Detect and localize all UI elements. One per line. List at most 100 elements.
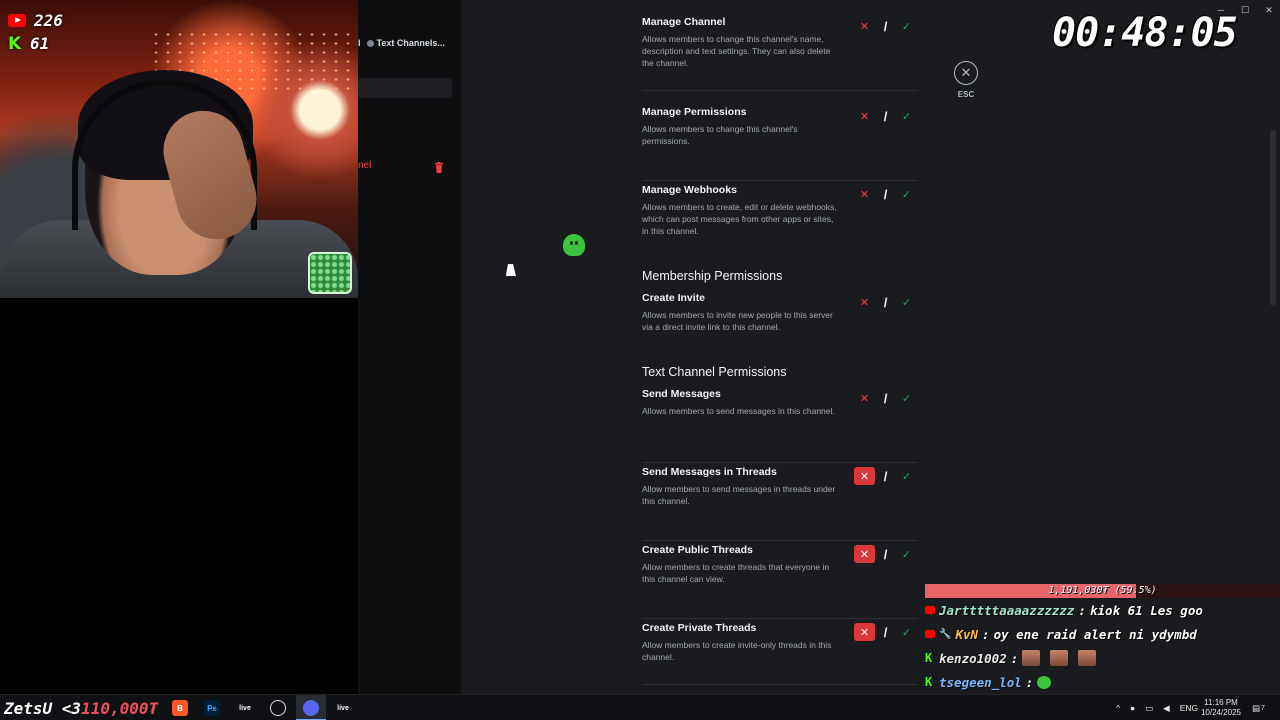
allow-toggle-button[interactable]: ✓	[896, 389, 917, 407]
microphone-icon[interactable]: ●	[1130, 703, 1135, 713]
permission-description: Allows members to invite new people to t…	[642, 310, 833, 332]
youtube-viewer-count: 226	[8, 11, 63, 30]
sidebar-item-label: nel	[358, 160, 372, 171]
neutral-toggle-button[interactable]: /	[875, 467, 896, 485]
chat-separator: :	[1078, 602, 1086, 618]
discord-icon[interactable]	[303, 700, 319, 716]
deny-toggle-button[interactable]: ✕	[854, 545, 875, 563]
kick-viewer-count: K 61	[8, 34, 49, 53]
stream-chat-overlay: 1,191,030₮ (59.5%) Jartttttaaaazzzzzz: ki…	[925, 584, 1280, 714]
settings-scrollbar[interactable]	[1270, 130, 1276, 306]
neutral-toggle-button[interactable]: /	[875, 107, 896, 125]
permission-divider	[642, 180, 918, 181]
neutral-toggle-button[interactable]: /	[875, 293, 896, 311]
kick-icon: K	[8, 33, 22, 54]
trash-icon[interactable]	[434, 162, 444, 173]
clock-date: 10/24/2025	[1200, 708, 1242, 717]
screen: l Text Channels... nel 226 K 61 Membershi…	[0, 0, 1280, 720]
brave-browser-icon[interactable]: B	[172, 700, 188, 716]
volume-icon[interactable]: ◀	[1163, 703, 1170, 714]
chat-emote	[1037, 675, 1052, 689]
maximize-icon[interactable]: ☐	[1240, 5, 1250, 15]
kick-icon: K	[925, 675, 933, 689]
chat-separator: :	[1025, 674, 1034, 690]
deny-toggle-button[interactable]: ✕	[854, 17, 875, 35]
donation-goal-bar: 1,191,030₮ (59.5%)	[925, 584, 1280, 598]
allow-toggle-button[interactable]: ✓	[896, 17, 917, 35]
neutral-toggle-button[interactable]: /	[875, 623, 896, 641]
photoshop-icon[interactable]: Ps	[204, 700, 220, 716]
deny-toggle-button[interactable]: ✕	[854, 107, 875, 125]
deny-toggle-button[interactable]: ✕	[854, 293, 875, 311]
ticker-text: ZetsU <3110,000₮	[4, 699, 158, 718]
allow-toggle-button[interactable]: ✓	[896, 623, 917, 641]
chat-username: KvN	[955, 626, 979, 642]
sidebar-search-bar[interactable]	[358, 78, 452, 98]
allow-toggle-button[interactable]: ✓	[896, 467, 917, 485]
mouse-cursor	[505, 264, 519, 276]
chevron-up-icon[interactable]: ^	[1116, 703, 1120, 713]
chat-text: kiok 61 Les goo	[1090, 602, 1203, 618]
sidebar-breadcrumb[interactable]: l Text Channels...	[358, 38, 458, 48]
permission-toggle: ✕ / ✓	[854, 185, 918, 203]
youtube-icon	[8, 14, 26, 27]
channel-dot-icon	[366, 40, 374, 48]
chat-separator: :	[1010, 650, 1019, 666]
permission-description: Allow members to create threads that eve…	[642, 562, 830, 584]
taskbar-clock[interactable]: 11:16 PM 10/24/2025	[1196, 698, 1246, 718]
close-settings-button[interactable]: ✕	[954, 61, 978, 85]
window-close-icon[interactable]: ✕	[1264, 5, 1274, 15]
chat-message: Ktsegeen_lol:	[925, 672, 1061, 692]
chat-message: 🔧 KvN: oy ene raid alert ni ydymbd	[925, 624, 1197, 644]
ticker-amount: 110,000₮	[81, 699, 159, 718]
moderator-wrench-icon: 🔧	[939, 628, 952, 640]
minimize-icon[interactable]: ─	[1216, 5, 1226, 15]
esc-label: ESC	[957, 90, 975, 99]
permission-toggle: ✕ / ✓	[854, 107, 918, 125]
neutral-toggle-button[interactable]: /	[875, 389, 896, 407]
section-membership-permissions: Membership Permissions	[642, 269, 783, 283]
live-app-icon-2[interactable]: live	[335, 700, 351, 716]
allow-toggle-button[interactable]: ✓	[896, 545, 917, 563]
stream-timer: 00:48:05	[1052, 10, 1238, 56]
close-icon: ✕	[960, 65, 972, 80]
green-ghost-emote	[563, 234, 585, 256]
permission-description: Allows members to send messages in this …	[642, 406, 835, 416]
channel-settings-sidebar	[358, 0, 461, 694]
permission-divider	[642, 540, 918, 541]
notification-icon[interactable]: ▤ 7	[1252, 695, 1265, 720]
allow-toggle-button[interactable]: ✓	[896, 293, 917, 311]
system-tray: ^ ● ▭ ◀ ENG	[1116, 695, 1198, 720]
deny-toggle-button[interactable]: ✕	[854, 467, 875, 485]
webcam-feed	[0, 0, 358, 298]
youtube-viewers: 226	[34, 11, 63, 30]
permission-divider	[642, 462, 918, 463]
permission-divider	[642, 684, 918, 685]
section-text-channel-permissions: Text Channel Permissions	[642, 365, 787, 379]
clock-time: 11:16 PM	[1204, 698, 1238, 707]
notification-count: 7	[1261, 704, 1265, 712]
permission-description: Allows members to create, edit or delete…	[642, 202, 837, 236]
deny-toggle-button[interactable]: ✕	[854, 185, 875, 203]
neutral-toggle-button[interactable]: /	[875, 17, 896, 35]
allow-toggle-button[interactable]: ✓	[896, 185, 917, 203]
taskbar: ZetsU <3110,000₮ B Ps live live ^ ● ▭ ◀ …	[0, 694, 1280, 720]
obs-icon[interactable]	[270, 700, 286, 716]
breadcrumb-prefix: l	[358, 38, 361, 48]
live-app-icon[interactable]: live	[237, 700, 253, 716]
permission-toggle: ✕ / ✓	[854, 293, 918, 311]
allow-toggle-button[interactable]: ✓	[896, 107, 917, 125]
network-icon[interactable]: ▭	[1145, 703, 1153, 714]
deny-toggle-button[interactable]: ✕	[854, 623, 875, 641]
permission-description: Allow members to send messages in thread…	[642, 484, 836, 506]
permission-toggle: ✕ / ✓	[854, 389, 918, 407]
kick-viewers: 61	[30, 34, 50, 53]
permission-divider	[642, 90, 918, 91]
permission-toggle: ✕ / ✓	[854, 467, 918, 485]
notification-glyph: ▤	[1252, 702, 1261, 713]
ticker-left: ZetsU <3	[4, 699, 82, 718]
chat-emote	[1050, 650, 1069, 666]
deny-toggle-button[interactable]: ✕	[854, 389, 875, 407]
neutral-toggle-button[interactable]: /	[875, 185, 896, 203]
neutral-toggle-button[interactable]: /	[875, 545, 896, 563]
